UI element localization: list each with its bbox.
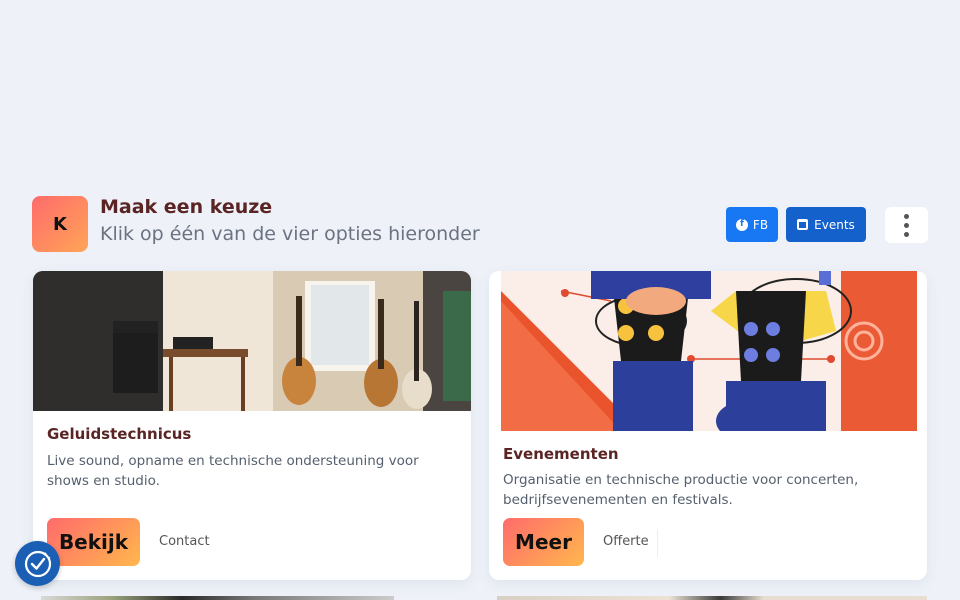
- next-card-image-edge: [497, 596, 927, 600]
- events-illustration: [501, 271, 917, 431]
- meer-button[interactable]: Meer: [503, 518, 584, 566]
- more-vertical-icon: [904, 213, 909, 219]
- calendar-icon: [797, 219, 809, 230]
- events-button[interactable]: Events: [786, 207, 866, 242]
- card-evenementen[interactable]: Evenementen Organisatie en technische pr…: [489, 271, 927, 580]
- facebook-button-label: FB: [752, 217, 769, 232]
- next-card-image-edge: [41, 596, 394, 600]
- divider: [657, 529, 658, 557]
- page-title: Maak een keuze: [100, 196, 273, 218]
- logo: K: [32, 196, 88, 252]
- cookie-consent-icon: [24, 550, 51, 577]
- card-title: Evenementen: [503, 445, 619, 463]
- more-menu-button[interactable]: [885, 207, 928, 243]
- page-header: K Maak een keuze Klik op één van de vier…: [32, 196, 928, 252]
- facebook-button[interactable]: f FB: [726, 207, 778, 242]
- bekijk-button[interactable]: Bekijk: [47, 518, 140, 566]
- events-button-label: Events: [814, 217, 855, 232]
- card-title: Geluidstechnicus: [47, 425, 192, 443]
- card-description: Live sound, opname en technische onderst…: [47, 453, 419, 489]
- cookie-consent-button[interactable]: [15, 541, 60, 586]
- card-description: Organisatie en technische productie voor…: [503, 472, 859, 508]
- contact-link[interactable]: Contact: [159, 534, 210, 549]
- facebook-icon: f: [735, 218, 748, 231]
- studio-photo: [33, 271, 471, 411]
- card-geluidstechnicus[interactable]: Geluidstechnicus Live sound, opname en t…: [33, 271, 471, 580]
- page-subtitle: Klik op één van de vier opties hieronder: [100, 223, 480, 245]
- offerte-link[interactable]: Offerte: [603, 534, 649, 549]
